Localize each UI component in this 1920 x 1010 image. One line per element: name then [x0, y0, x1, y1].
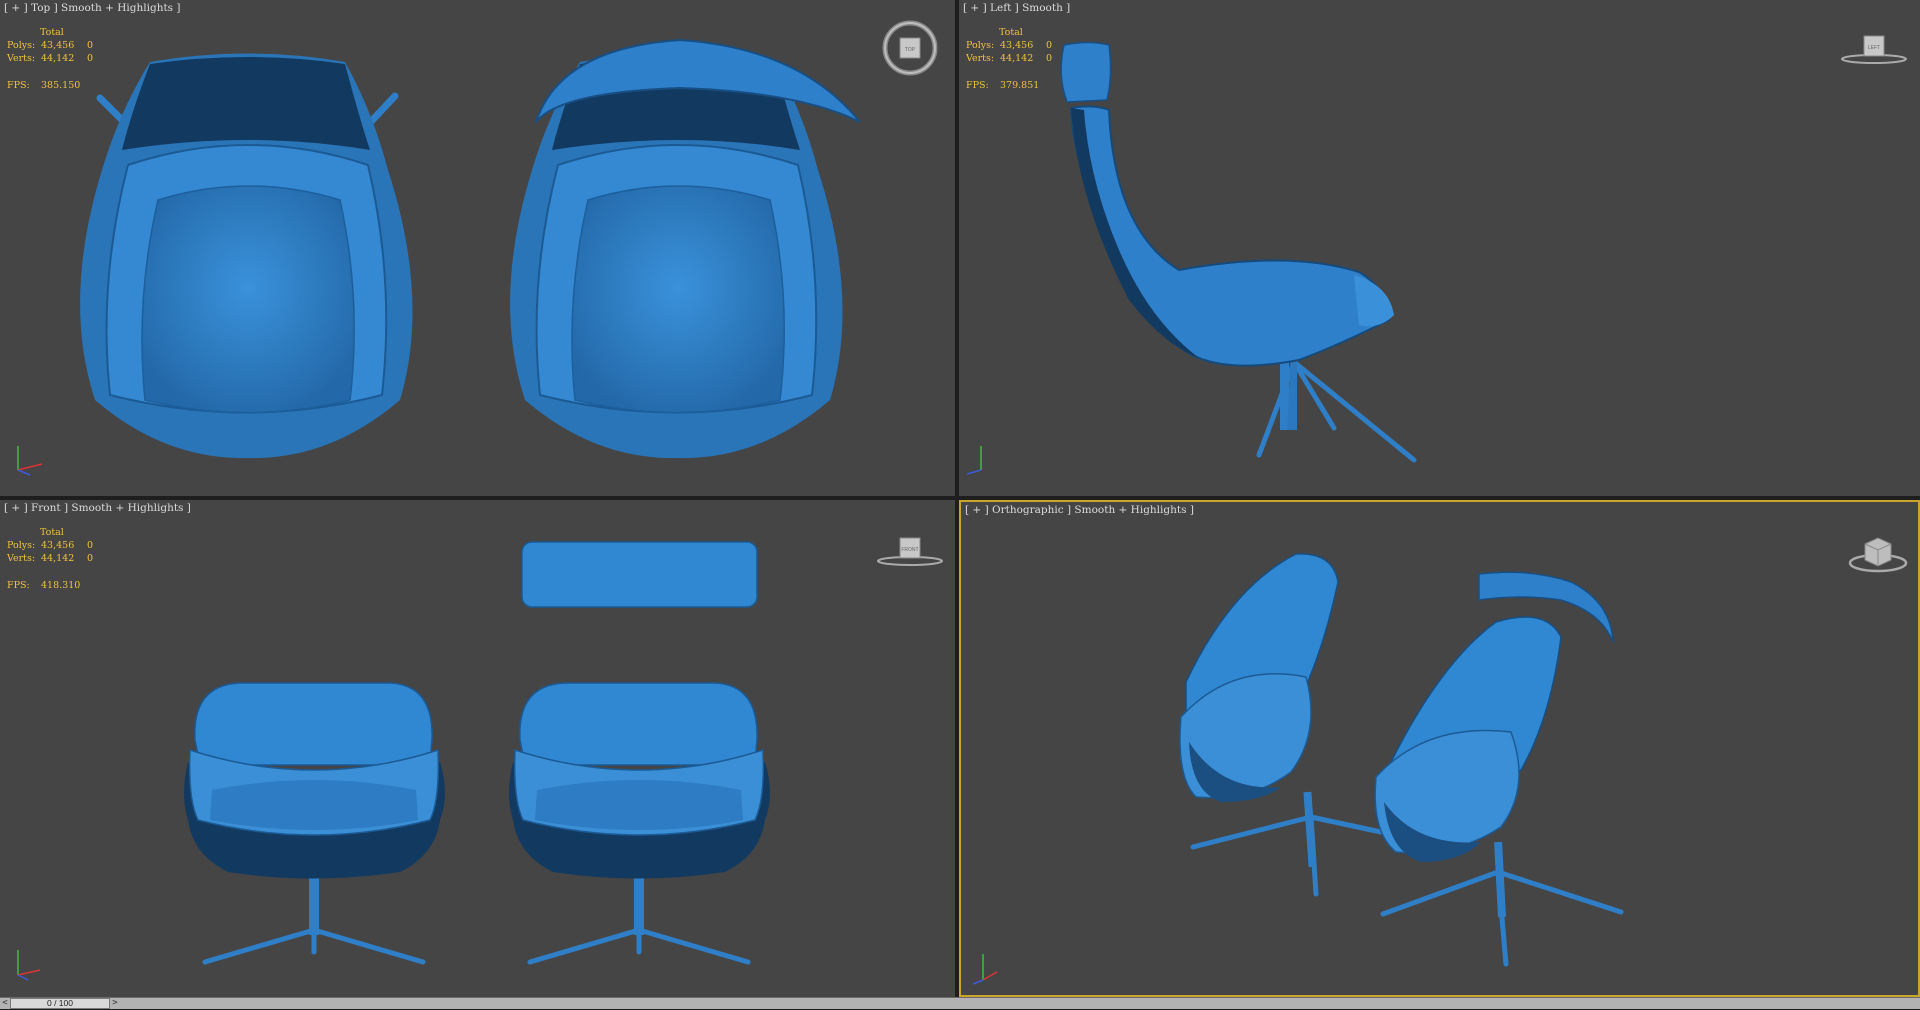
viewcube-face-left: LEFT: [1868, 45, 1880, 51]
stats-overlay-left: Total Polys: 43,456 0 Verts: 44,142 0 FPS: 37…: [966, 26, 1052, 92]
polys-selected: 0: [87, 40, 94, 51]
ortho-view-scene: [972, 553, 1624, 985]
viewcube-top[interactable]: TOP: [880, 18, 940, 78]
verts-label: Verts:: [966, 53, 995, 64]
polys-label: Polys:: [7, 540, 36, 551]
axis-gizmo-front: [17, 950, 41, 981]
viewport-label-orthographic[interactable]: [ + ] Orthographic ] Smooth + Highlights…: [965, 504, 1194, 516]
polys-value: 43,456: [41, 40, 75, 51]
fps-label: FPS:: [7, 580, 30, 591]
viewport-left[interactable]: [ + ] Left ] Smooth ] Total Polys: 43,456…: [959, 0, 1920, 496]
stats-overlay-top: Total Polys: 43,456 0 Verts: 44,142 0 FPS: 38…: [7, 26, 93, 92]
front-view-scene: [17, 541, 770, 981]
chair-front-1[interactable]: [184, 682, 445, 965]
polys-label: Polys:: [7, 40, 36, 51]
stats-overlay-front: Total Polys: 43,456 0 Verts: 44,142 0 FPS: 41…: [7, 526, 93, 592]
fps-label: FPS:: [7, 80, 30, 91]
viewcube-face-front: FRONT: [901, 547, 918, 553]
chair-side[interactable]: [1060, 41, 1417, 463]
viewcube-ortho[interactable]: [1843, 530, 1913, 575]
chair-ortho-1[interactable]: [1179, 553, 1384, 897]
fps-label: FPS:: [966, 80, 989, 91]
left-view-scene: [966, 41, 1417, 475]
time-slider[interactable]: 0 / 100: [10, 998, 110, 1009]
polys-value: 43,456: [41, 540, 75, 551]
axis-gizmo-ortho: [972, 954, 998, 985]
chair-front-2[interactable]: [509, 541, 770, 965]
polys-selected: 0: [1046, 40, 1053, 51]
axis-gizmo-left: [966, 446, 982, 475]
fps-value: 385.150: [41, 80, 81, 91]
verts-selected: 0: [87, 553, 94, 564]
viewport-top[interactable]: [ + ] Top ] Smooth + Highlights ] Total …: [0, 0, 955, 496]
axis-gizmo-top: [17, 446, 43, 476]
viewport-label-top[interactable]: [ + ] Top ] Smooth + Highlights ]: [4, 2, 181, 14]
timeline-next-button[interactable]: >: [110, 998, 120, 1010]
viewcube-face-top: TOP: [905, 47, 916, 53]
polys-selected: 0: [87, 540, 94, 551]
verts-value: 44,142: [41, 53, 75, 64]
timeline-prev-button[interactable]: <: [0, 998, 10, 1010]
top-view-scene: [17, 38, 861, 476]
chair-top-2[interactable]: [510, 38, 861, 459]
verts-label: Verts:: [7, 53, 36, 64]
verts-value: 44,142: [41, 553, 75, 564]
chair-top-1[interactable]: [80, 53, 413, 459]
viewcube-left[interactable]: LEFT: [1839, 28, 1909, 68]
fps-value: 418.310: [41, 580, 81, 591]
verts-selected: 0: [87, 53, 94, 64]
polys-label: Polys:: [966, 40, 995, 51]
stats-total: Total: [40, 527, 64, 538]
stats-total: Total: [40, 27, 64, 38]
polys-value: 43,456: [1000, 40, 1034, 51]
viewport-orthographic[interactable]: [ + ] Orthographic ] Smooth + Highlights…: [959, 500, 1920, 997]
viewport-label-front[interactable]: [ + ] Front ] Smooth + Highlights ]: [4, 502, 191, 514]
fps-value: 379.851: [1000, 80, 1040, 91]
stats-total: Total: [999, 27, 1023, 38]
verts-selected: 0: [1046, 53, 1053, 64]
viewport-front[interactable]: [ + ] Front ] Smooth + Highlights ] Tota…: [0, 500, 955, 997]
verts-label: Verts:: [7, 553, 36, 564]
verts-value: 44,142: [1000, 53, 1034, 64]
viewcube-front[interactable]: FRONT: [875, 530, 945, 570]
viewport-label-left[interactable]: [ + ] Left ] Smooth ]: [963, 2, 1070, 14]
timeline-bar: < 0 / 100 >: [0, 997, 1920, 1009]
chair-ortho-2[interactable]: [1374, 571, 1624, 967]
